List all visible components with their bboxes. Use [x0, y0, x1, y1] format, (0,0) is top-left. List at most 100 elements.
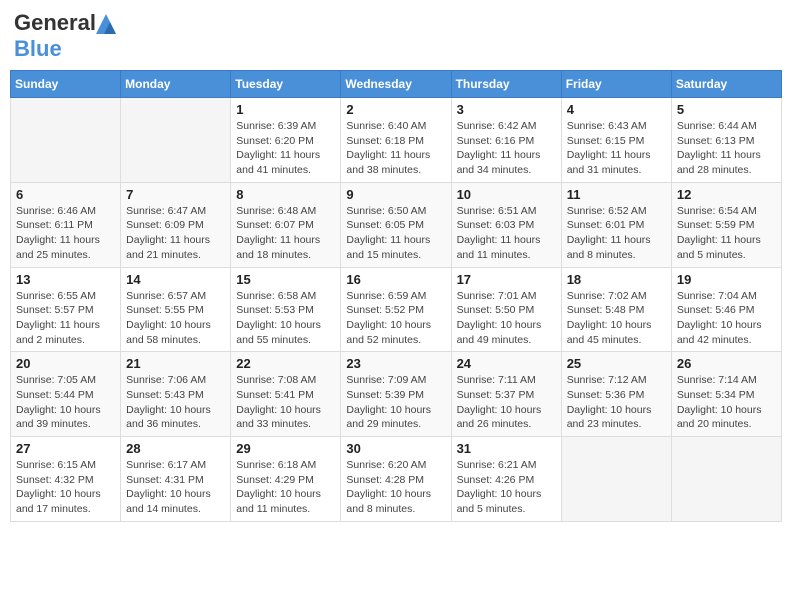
weekday-header-tuesday: Tuesday — [231, 71, 341, 98]
calendar-cell: 19Sunrise: 7:04 AM Sunset: 5:46 PM Dayli… — [671, 267, 781, 352]
day-number: 12 — [677, 187, 776, 202]
day-number: 20 — [16, 356, 115, 371]
calendar-cell: 24 Sunrise: 7:11 AM Sunset: 5:37 PM Dayli… — [451, 352, 561, 437]
calendar-cell: 26Sunrise: 7:14 AM Sunset: 5:34 PM Dayli… — [671, 352, 781, 437]
calendar-cell: 25 Sunrise: 7:12 AM Sunset: 5:36 PM Dayli… — [561, 352, 671, 437]
logo: GeneralBlue — [14, 10, 126, 62]
day-number: 30 — [346, 441, 445, 456]
day-number: 13 — [16, 272, 115, 287]
calendar-cell: 6 Sunrise: 6:46 AM Sunset: 6:11 PM Daylig… — [11, 182, 121, 267]
day-number: 4 — [567, 102, 666, 117]
day-info: Sunrise: 6:47 AM Sunset: 6:09 PM Dayligh… — [126, 204, 225, 263]
calendar-cell: 15Sunrise: 6:58 AM Sunset: 5:53 PM Dayli… — [231, 267, 341, 352]
day-number: 11 — [567, 187, 666, 202]
day-info: Sunrise: 6:40 AM Sunset: 6:18 PM Dayligh… — [346, 119, 445, 178]
calendar-cell — [561, 437, 671, 522]
day-info: Sunrise: 7:12 AM Sunset: 5:36 PM Dayligh… — [567, 373, 666, 432]
calendar-cell — [121, 98, 231, 183]
calendar-week-row: 1 Sunrise: 6:39 AM Sunset: 6:20 PM Daylig… — [11, 98, 782, 183]
calendar-week-row: 13 Sunrise: 6:55 AM Sunset: 5:57 PM Dayli… — [11, 267, 782, 352]
day-number: 31 — [457, 441, 556, 456]
calendar-cell: 1 Sunrise: 6:39 AM Sunset: 6:20 PM Daylig… — [231, 98, 341, 183]
calendar-cell: 7 Sunrise: 6:47 AM Sunset: 6:09 PM Daylig… — [121, 182, 231, 267]
day-number: 7 — [126, 187, 225, 202]
day-number: 5 — [677, 102, 776, 117]
day-info: Sunrise: 6:21 AM Sunset: 4:26 PM Dayligh… — [457, 458, 556, 517]
calendar-week-row: 27 Sunrise: 6:15 AM Sunset: 4:32 PM Dayli… — [11, 437, 782, 522]
day-number: 18 — [567, 272, 666, 287]
day-number: 29 — [236, 441, 335, 456]
day-info: Sunrise: 7:14 AM Sunset: 5:34 PM Dayligh… — [677, 373, 776, 432]
day-info: Sunrise: 6:50 AM Sunset: 6:05 PM Dayligh… — [346, 204, 445, 263]
day-info: Sunrise: 7:02 AM Sunset: 5:48 PM Dayligh… — [567, 289, 666, 348]
calendar-cell: 17Sunrise: 7:01 AM Sunset: 5:50 PM Dayli… — [451, 267, 561, 352]
calendar-cell: 9 Sunrise: 6:50 AM Sunset: 6:05 PM Daylig… — [341, 182, 451, 267]
day-number: 22 — [236, 356, 335, 371]
day-info: Sunrise: 6:46 AM Sunset: 6:11 PM Dayligh… — [16, 204, 115, 263]
day-info: Sunrise: 6:58 AM Sunset: 5:53 PM Dayligh… — [236, 289, 335, 348]
calendar-cell: 5 Sunrise: 6:44 AM Sunset: 6:13 PM Daylig… — [671, 98, 781, 183]
day-info: Sunrise: 6:55 AM Sunset: 5:57 PM Dayligh… — [16, 289, 115, 348]
day-info: Sunrise: 7:08 AM Sunset: 5:41 PM Dayligh… — [236, 373, 335, 432]
day-number: 10 — [457, 187, 556, 202]
calendar-cell: 28 Sunrise: 6:17 AM Sunset: 4:31 PM Dayli… — [121, 437, 231, 522]
day-info: Sunrise: 6:20 AM Sunset: 4:28 PM Dayligh… — [346, 458, 445, 517]
day-number: 9 — [346, 187, 445, 202]
day-info: Sunrise: 7:11 AM Sunset: 5:37 PM Dayligh… — [457, 373, 556, 432]
calendar-cell: 14Sunrise: 6:57 AM Sunset: 5:55 PM Dayli… — [121, 267, 231, 352]
logo-triangle-icon — [96, 12, 126, 34]
calendar-cell: 12 Sunrise: 6:54 AM Sunset: 5:59 PM Dayli… — [671, 182, 781, 267]
calendar-week-row: 20 Sunrise: 7:05 AM Sunset: 5:44 PM Dayli… — [11, 352, 782, 437]
weekday-header-thursday: Thursday — [451, 71, 561, 98]
calendar-cell: 30 Sunrise: 6:20 AM Sunset: 4:28 PM Dayli… — [341, 437, 451, 522]
day-info: Sunrise: 6:44 AM Sunset: 6:13 PM Dayligh… — [677, 119, 776, 178]
calendar-cell — [11, 98, 121, 183]
day-number: 27 — [16, 441, 115, 456]
day-info: Sunrise: 6:39 AM Sunset: 6:20 PM Dayligh… — [236, 119, 335, 178]
day-number: 3 — [457, 102, 556, 117]
day-number: 6 — [16, 187, 115, 202]
day-number: 21 — [126, 356, 225, 371]
calendar-table: SundayMondayTuesdayWednesdayThursdayFrid… — [10, 70, 782, 522]
day-info: Sunrise: 6:54 AM Sunset: 5:59 PM Dayligh… — [677, 204, 776, 263]
weekday-header-saturday: Saturday — [671, 71, 781, 98]
calendar-cell: 23Sunrise: 7:09 AM Sunset: 5:39 PM Dayli… — [341, 352, 451, 437]
weekday-header-monday: Monday — [121, 71, 231, 98]
calendar-cell: 4Sunrise: 6:43 AM Sunset: 6:15 PM Daylig… — [561, 98, 671, 183]
day-info: Sunrise: 7:04 AM Sunset: 5:46 PM Dayligh… — [677, 289, 776, 348]
calendar-cell: 22 Sunrise: 7:08 AM Sunset: 5:41 PM Dayli… — [231, 352, 341, 437]
logo-blue-label: Blue — [14, 36, 62, 62]
day-number: 14 — [126, 272, 225, 287]
calendar-cell: 20 Sunrise: 7:05 AM Sunset: 5:44 PM Dayli… — [11, 352, 121, 437]
day-number: 28 — [126, 441, 225, 456]
day-number: 16 — [346, 272, 445, 287]
calendar-cell: 21 Sunrise: 7:06 AM Sunset: 5:43 PM Dayli… — [121, 352, 231, 437]
day-info: Sunrise: 7:05 AM Sunset: 5:44 PM Dayligh… — [16, 373, 115, 432]
day-info: Sunrise: 6:59 AM Sunset: 5:52 PM Dayligh… — [346, 289, 445, 348]
day-info: Sunrise: 6:17 AM Sunset: 4:31 PM Dayligh… — [126, 458, 225, 517]
calendar-cell: 29 Sunrise: 6:18 AM Sunset: 4:29 PM Dayli… — [231, 437, 341, 522]
calendar-cell: 11 Sunrise: 6:52 AM Sunset: 6:01 PM Dayli… — [561, 182, 671, 267]
day-info: Sunrise: 6:15 AM Sunset: 4:32 PM Dayligh… — [16, 458, 115, 517]
calendar-cell: 13 Sunrise: 6:55 AM Sunset: 5:57 PM Dayli… — [11, 267, 121, 352]
day-info: Sunrise: 6:18 AM Sunset: 4:29 PM Dayligh… — [236, 458, 335, 517]
calendar-cell: 10 Sunrise: 6:51 AM Sunset: 6:03 PM Dayli… — [451, 182, 561, 267]
calendar-cell: 18 Sunrise: 7:02 AM Sunset: 5:48 PM Dayli… — [561, 267, 671, 352]
day-info: Sunrise: 6:51 AM Sunset: 6:03 PM Dayligh… — [457, 204, 556, 263]
day-info: Sunrise: 7:06 AM Sunset: 5:43 PM Dayligh… — [126, 373, 225, 432]
logo-general: General — [14, 10, 96, 36]
calendar-cell: 16 Sunrise: 6:59 AM Sunset: 5:52 PM Dayli… — [341, 267, 451, 352]
calendar-cell: 3Sunrise: 6:42 AM Sunset: 6:16 PM Daylig… — [451, 98, 561, 183]
day-number: 8 — [236, 187, 335, 202]
weekday-header-friday: Friday — [561, 71, 671, 98]
day-number: 25 — [567, 356, 666, 371]
page-header: GeneralBlue — [10, 10, 782, 62]
calendar-cell: 2Sunrise: 6:40 AM Sunset: 6:18 PM Daylig… — [341, 98, 451, 183]
weekday-header-wednesday: Wednesday — [341, 71, 451, 98]
day-info: Sunrise: 6:48 AM Sunset: 6:07 PM Dayligh… — [236, 204, 335, 263]
day-info: Sunrise: 7:09 AM Sunset: 5:39 PM Dayligh… — [346, 373, 445, 432]
day-info: Sunrise: 6:52 AM Sunset: 6:01 PM Dayligh… — [567, 204, 666, 263]
day-number: 24 — [457, 356, 556, 371]
calendar-cell: 31 Sunrise: 6:21 AM Sunset: 4:26 PM Dayli… — [451, 437, 561, 522]
day-number: 1 — [236, 102, 335, 117]
